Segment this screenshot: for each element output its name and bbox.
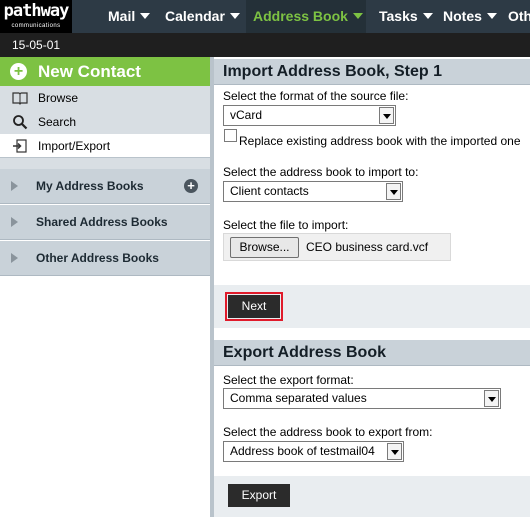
export-panel-title: Export Address Book xyxy=(214,340,530,366)
import-export-icon xyxy=(12,138,28,154)
tab-other-label: Oth xyxy=(508,8,530,24)
chevron-down-icon xyxy=(352,13,363,19)
sidebar-item-search[interactable]: Search xyxy=(0,110,210,134)
main-content: Import Address Book, Step 1 Select the f… xyxy=(214,57,530,517)
new-contact-label: New Contact xyxy=(38,62,141,81)
sidebar-item-label: Browse xyxy=(38,91,79,105)
export-format-value: Comma separated values xyxy=(230,391,367,405)
chevron-down-icon xyxy=(484,390,499,407)
expand-triangle-icon xyxy=(11,217,18,227)
sidebar-section-other-address-books[interactable]: Other Address Books xyxy=(0,241,210,276)
tab-calendar[interactable]: Calendar xyxy=(161,0,246,33)
section-label: Shared Address Books xyxy=(36,215,168,229)
next-button-highlight: Next xyxy=(225,292,283,321)
tab-address-book[interactable]: Address Book xyxy=(246,0,366,33)
chevron-down-icon xyxy=(422,13,433,19)
section-label: My Address Books xyxy=(36,179,144,193)
tab-notes-label: Notes xyxy=(443,8,482,24)
book-icon xyxy=(12,90,28,106)
top-navigation: pathway communications Mail Calendar Add… xyxy=(0,0,530,33)
sidebar-item-import-export[interactable]: Import/Export xyxy=(0,134,210,158)
sidebar-section-my-address-books[interactable]: My Address Books + xyxy=(0,169,210,204)
section-label: Other Address Books xyxy=(36,251,159,265)
export-book-label: Select the address book to export from: xyxy=(223,425,433,439)
plus-circle-icon: + xyxy=(10,63,27,80)
import-file-label: Select the file to import: xyxy=(223,218,349,232)
tab-tasks[interactable]: Tasks xyxy=(370,0,434,33)
new-contact-button[interactable]: + New Contact xyxy=(0,57,210,86)
pathway-logo[interactable]: pathway communications xyxy=(0,0,72,33)
expand-triangle-icon xyxy=(11,253,18,263)
import-book-value: Client contacts xyxy=(230,184,309,198)
logo-subtitle: communications xyxy=(11,23,61,29)
next-button[interactable]: Next xyxy=(228,295,280,318)
tab-other[interactable]: Oth xyxy=(506,0,530,33)
replace-existing-checkbox[interactable] xyxy=(224,129,237,142)
chevron-down-icon xyxy=(229,13,240,19)
sidebar-item-label: Import/Export xyxy=(38,139,111,153)
sidebar-spacer xyxy=(0,158,210,169)
chevron-down-icon xyxy=(379,107,394,124)
chevron-down-icon xyxy=(140,13,151,19)
export-button[interactable]: Export xyxy=(228,484,290,507)
import-book-label: Select the address book to import to: xyxy=(223,165,419,179)
import-format-label: Select the format of the source file: xyxy=(223,89,409,103)
tab-address-book-label: Address Book xyxy=(253,8,348,24)
export-book-value: Address book of testmail04 xyxy=(230,444,375,458)
expand-triangle-icon xyxy=(11,181,18,191)
chevron-down-icon xyxy=(486,13,497,19)
import-format-value: vCard xyxy=(230,108,263,122)
replace-existing-label: Replace existing address book with the i… xyxy=(239,134,521,148)
tab-tasks-label: Tasks xyxy=(379,8,418,24)
tab-mail-label: Mail xyxy=(108,8,136,24)
import-format-select[interactable]: vCard xyxy=(223,105,396,126)
logo-wordmark: pathway xyxy=(3,1,70,21)
tab-mail[interactable]: Mail xyxy=(101,0,161,33)
magnifier-icon xyxy=(12,114,28,130)
sidebar: + New Contact Browse Search Import/Expor… xyxy=(0,57,210,517)
sidebar-item-label: Search xyxy=(38,115,77,129)
add-address-book-icon[interactable]: + xyxy=(184,179,198,193)
date-bar: 15-05-01 xyxy=(0,33,530,57)
tab-calendar-label: Calendar xyxy=(165,8,225,24)
import-panel-title: Import Address Book, Step 1 xyxy=(214,59,530,85)
sidebar-item-browse[interactable]: Browse xyxy=(0,86,210,110)
browse-button[interactable]: Browse... xyxy=(230,237,299,258)
chevron-down-icon xyxy=(387,443,402,460)
selected-file-name: CEO business card.vcf xyxy=(306,240,429,254)
sidebar-section-shared-address-books[interactable]: Shared Address Books xyxy=(0,205,210,240)
file-picker: Browse... CEO business card.vcf xyxy=(223,233,451,261)
import-book-select[interactable]: Client contacts xyxy=(223,181,403,202)
tab-notes[interactable]: Notes xyxy=(436,0,506,33)
export-format-select[interactable]: Comma separated values xyxy=(223,388,501,409)
export-format-label: Select the export format: xyxy=(223,373,354,387)
chevron-down-icon xyxy=(386,183,401,200)
export-book-select[interactable]: Address book of testmail04 xyxy=(223,441,404,462)
